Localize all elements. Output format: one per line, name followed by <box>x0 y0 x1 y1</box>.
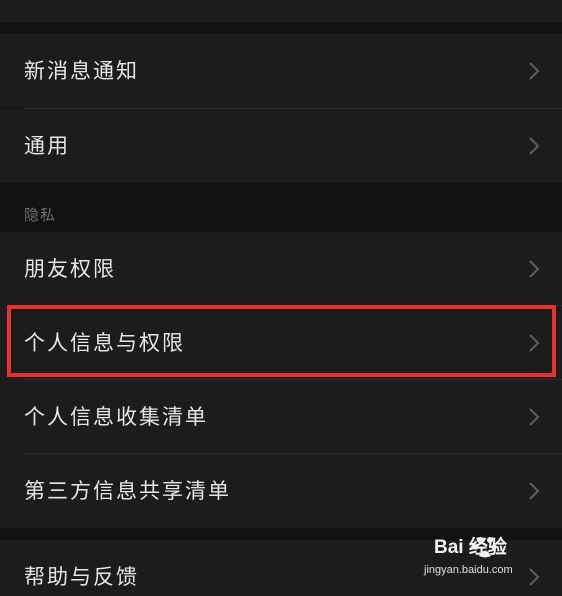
settings-item-label: 第三方信息共享清单 <box>24 479 231 503</box>
settings-item-personal-info-permissions[interactable]: 个人信息与权限 <box>0 306 562 380</box>
chevron-right-icon <box>529 482 540 500</box>
settings-item-new-message-notifications[interactable]: 新消息通知 <box>0 34 562 108</box>
settings-item-third-party-sharing-list[interactable]: 第三方信息共享清单 <box>0 454 562 528</box>
settings-item-label: 个人信息收集清单 <box>24 405 208 429</box>
settings-item-label: 通用 <box>24 134 70 158</box>
settings-item-label: 朋友权限 <box>24 257 116 281</box>
settings-item-personal-info-collection-list[interactable]: 个人信息收集清单 <box>0 380 562 454</box>
chevron-right-icon <box>529 260 540 278</box>
settings-screen: 新消息通知 通用 隐私 朋友权限 个人信息与权限 个人信息收集清单 第三方信息共… <box>0 0 562 596</box>
settings-item-friend-permissions[interactable]: 朋友权限 <box>0 232 562 306</box>
section-header-privacy: 隐私 <box>0 183 562 231</box>
chevron-right-icon <box>529 137 540 155</box>
watermark-url: jingyan.baidu.com <box>424 564 513 576</box>
baidu-paw-icon <box>473 537 497 558</box>
top-cell-strip <box>0 0 562 22</box>
settings-item-label: 帮助与反馈 <box>24 565 139 589</box>
baidu-jingyan-watermark: Bai 经验 jingyan.baidu.com <box>424 534 544 582</box>
chevron-right-icon <box>529 62 540 80</box>
settings-item-label: 新消息通知 <box>24 59 139 83</box>
chevron-right-icon <box>529 408 540 426</box>
chevron-right-icon <box>529 334 540 352</box>
settings-item-general[interactable]: 通用 <box>0 109 562 183</box>
settings-item-label: 个人信息与权限 <box>24 331 185 355</box>
